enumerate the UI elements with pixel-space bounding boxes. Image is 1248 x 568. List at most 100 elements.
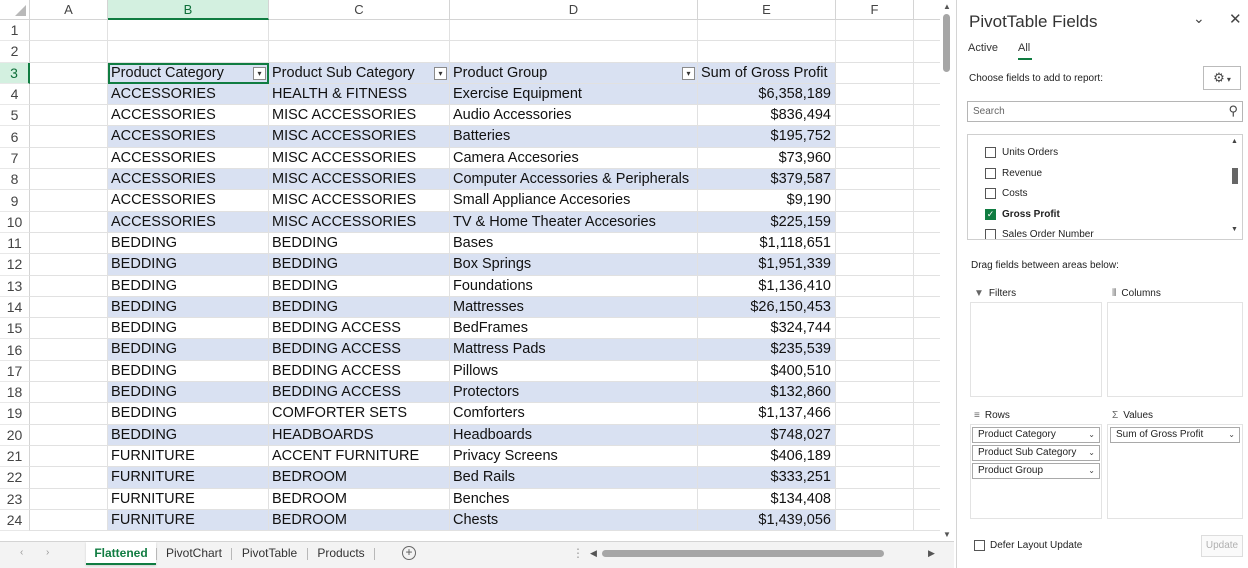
pivot-cell[interactable]: ACCESSORIES	[108, 211, 269, 233]
pivot-cell[interactable]: $1,951,339	[698, 254, 836, 276]
pivot-cell[interactable]: FURNITURE	[108, 488, 269, 510]
cell[interactable]	[914, 489, 940, 510]
cell[interactable]	[914, 318, 940, 340]
cell[interactable]	[30, 147, 108, 170]
cell-grid[interactable]: Product Category ▾ Product Sub Category ▾ Pr…	[30, 20, 940, 532]
cell[interactable]	[914, 446, 940, 468]
pivot-cell[interactable]: Small Appliance Accesories	[450, 190, 698, 212]
field-item[interactable]: Sales Order Number	[985, 229, 1094, 239]
cell[interactable]	[30, 105, 108, 127]
pivot-cell[interactable]: BEDDING	[108, 254, 269, 276]
cell[interactable]	[914, 254, 940, 276]
pivot-cell[interactable]: Chests	[450, 509, 698, 532]
pivot-cell[interactable]: Camera Accesories	[450, 147, 698, 170]
cell[interactable]	[914, 148, 940, 170]
row-header-22[interactable]: 22	[0, 467, 30, 489]
cell[interactable]	[836, 318, 914, 340]
pivot-cell[interactable]: BEDDING	[108, 296, 269, 319]
add-sheet-icon[interactable]: +	[402, 546, 416, 560]
cell[interactable]	[698, 41, 836, 63]
cell[interactable]	[914, 297, 940, 319]
pivot-cell[interactable]: Exercise Equipment	[450, 83, 698, 106]
pivot-cell[interactable]: BEDDING	[108, 318, 269, 340]
cell[interactable]	[30, 382, 108, 404]
tab-scroll-right-icon[interactable]: ›	[46, 547, 49, 558]
pivot-cell[interactable]: BEDDING	[108, 360, 269, 383]
pivot-cell[interactable]: BEDROOM	[269, 509, 450, 532]
cell[interactable]	[450, 41, 698, 63]
cell[interactable]	[30, 509, 108, 532]
cell[interactable]	[914, 126, 940, 148]
cell[interactable]	[836, 424, 914, 446]
cell[interactable]	[836, 360, 914, 383]
row-header-6[interactable]: 6	[0, 126, 30, 148]
cell[interactable]	[836, 211, 914, 233]
cell[interactable]	[914, 339, 940, 361]
hscroll-right-arrow-icon[interactable]: ▶	[928, 548, 935, 559]
pivot-cell[interactable]: $195,752	[698, 126, 836, 148]
cell[interactable]	[30, 488, 108, 510]
pivot-cell[interactable]: BEDROOM	[269, 488, 450, 510]
cell[interactable]	[836, 275, 914, 297]
cell[interactable]	[30, 41, 108, 63]
pivot-cell[interactable]: MISC ACCESSORIES	[269, 211, 450, 233]
select-all-corner[interactable]	[0, 0, 30, 20]
pivot-cell[interactable]: Headboards	[450, 424, 698, 446]
pivot-cell[interactable]: BEDDING ACCESS	[269, 318, 450, 340]
pivot-cell[interactable]: ACCESSORIES	[108, 169, 269, 191]
cell[interactable]	[30, 275, 108, 297]
pivot-cell[interactable]: Pillows	[450, 360, 698, 383]
pivot-cell[interactable]: Bed Rails	[450, 467, 698, 489]
pivot-cell[interactable]: MISC ACCESSORIES	[269, 190, 450, 212]
row-header-18[interactable]: 18	[0, 382, 30, 404]
row-header-2[interactable]: 2	[0, 41, 30, 63]
cell[interactable]	[30, 254, 108, 276]
cell[interactable]	[914, 20, 940, 42]
cell[interactable]	[30, 126, 108, 148]
row-header-16[interactable]: 16	[0, 339, 30, 361]
cell[interactable]	[836, 509, 914, 532]
pivot-cell[interactable]: ACCESSORIES	[108, 147, 269, 170]
cell[interactable]	[30, 190, 108, 212]
cell[interactable]	[914, 382, 940, 404]
pivot-cell[interactable]: MISC ACCESSORIES	[269, 147, 450, 170]
row-header-23[interactable]: 23	[0, 488, 30, 510]
cell[interactable]	[914, 41, 940, 63]
pivot-cell[interactable]: ACCESSORIES	[108, 105, 269, 127]
column-header-f[interactable]: F	[836, 0, 914, 20]
pivot-cell[interactable]: Protectors	[450, 382, 698, 404]
cell[interactable]	[836, 126, 914, 148]
pivot-cell[interactable]: BEDROOM	[269, 467, 450, 489]
pivot-cell[interactable]: FURNITURE	[108, 445, 269, 468]
column-header-d[interactable]: D	[450, 0, 698, 20]
tools-gear-button[interactable]: ⚙ ▾	[1203, 66, 1241, 90]
filter-dropdown-icon[interactable]: ▾	[253, 66, 266, 80]
pivot-cell[interactable]: BedFrames	[450, 318, 698, 340]
cell[interactable]	[30, 445, 108, 468]
cell[interactable]	[836, 62, 914, 84]
row-header-4[interactable]: 4	[0, 83, 30, 106]
pivot-cell[interactable]: Foundations	[450, 275, 698, 297]
pivot-cell[interactable]: BEDDING	[108, 232, 269, 255]
cell[interactable]	[836, 403, 914, 425]
tab-scroll-left-icon[interactable]: ‹	[20, 547, 23, 558]
pivot-cell[interactable]: BEDDING ACCESS	[269, 360, 450, 383]
sheet-tab-products[interactable]: Products	[308, 542, 374, 565]
pivot-cell[interactable]: BEDDING	[108, 275, 269, 297]
pivot-cell[interactable]: MISC ACCESSORIES	[269, 105, 450, 127]
row-header-13[interactable]: 13	[0, 275, 30, 297]
row-header-3[interactable]: 3	[0, 62, 30, 84]
row-header-11[interactable]: 11	[0, 232, 30, 255]
cell[interactable]	[914, 190, 940, 212]
pivot-cell[interactable]: $26,150,453	[698, 296, 836, 319]
cell[interactable]	[30, 232, 108, 255]
pivot-cell[interactable]: FURNITURE	[108, 467, 269, 489]
cell[interactable]	[836, 20, 914, 42]
cell[interactable]	[836, 83, 914, 106]
pivot-header-cell[interactable]: Product Category ▾	[108, 62, 269, 84]
pivot-cell[interactable]: $132,860	[698, 382, 836, 404]
checkbox-icon[interactable]	[985, 167, 996, 179]
cell[interactable]	[914, 425, 940, 446]
cell[interactable]	[914, 105, 940, 127]
cell[interactable]	[836, 296, 914, 319]
